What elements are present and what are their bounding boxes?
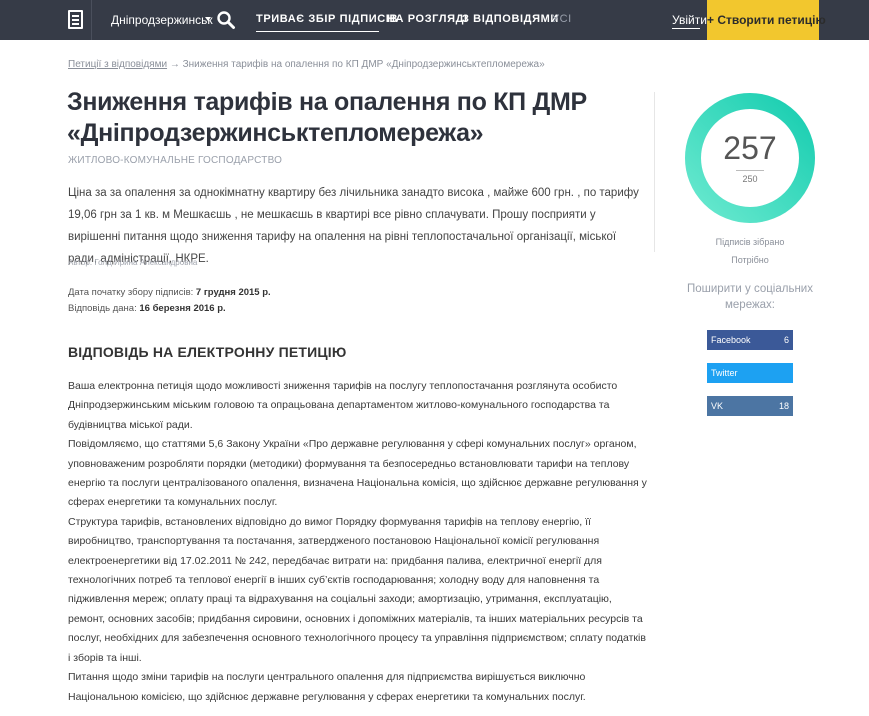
petition-title: Зниження тарифів на опалення по КП ДМР «… <box>67 88 587 147</box>
answer-paragraph: Структура тарифів, встановлених відповід… <box>68 515 646 664</box>
petition-category: Житлово-комунальне господарство <box>68 155 283 166</box>
petition-author: Автор: Голд Ирина Александровна <box>68 258 198 267</box>
signature-count: 257 <box>723 130 777 166</box>
answer-date: Відповідь дана: 16 березня 2016 р. <box>68 303 226 314</box>
answer-paragraph: Питання щодо зміни тарифів на послуги це… <box>68 671 586 703</box>
answer-paragraph: Повідомляємо, що статтями 5,6 Закону Укр… <box>68 438 647 509</box>
facebook-share-count: 6 <box>783 335 789 345</box>
logo[interactable] <box>0 0 92 40</box>
facebook-share-button[interactable]: Facebook 6 <box>707 330 793 350</box>
needed-label: Потрібно <box>731 255 769 265</box>
petition-document-icon <box>68 10 83 29</box>
start-date: Дата початку збору підписів: 7 грудня 20… <box>68 287 271 298</box>
create-petition-button[interactable]: + Створити петицію <box>707 0 826 40</box>
top-navbar: Дніпродзержинськ Триває збір підписів На… <box>0 0 869 40</box>
nav-under-review[interactable]: На розгляді <box>387 13 468 25</box>
vk-share-button[interactable]: VK 18 <box>707 396 793 416</box>
column-divider <box>654 92 655 252</box>
login-link[interactable]: Увійти <box>672 13 707 27</box>
breadcrumb: Петиції з відповідями → Зниження тарифів… <box>68 59 545 70</box>
city-selector[interactable]: Дніпродзержинськ <box>111 13 213 27</box>
breadcrumb-answered-link[interactable]: Петиції з відповідями <box>68 59 167 70</box>
petition-description: Ціна за за опалення за однокімнатну квар… <box>68 187 639 265</box>
answer-heading: Відповідь на електронну петицію <box>68 344 347 360</box>
search-icon[interactable] <box>216 10 236 30</box>
breadcrumb-current: Зниження тарифів на опалення по КП ДМР «… <box>182 59 545 70</box>
answer-text: Ваша електронна петиція щодо можливості … <box>68 377 648 707</box>
answer-paragraph: Ваша електронна петиція щодо можливості … <box>68 380 618 431</box>
nav-collecting[interactable]: Триває збір підписів <box>256 13 398 25</box>
collected-label: Підписів зібрано <box>715 237 785 247</box>
nav-active-underline <box>256 31 379 32</box>
share-label: Поширити у соціальних мережах: <box>686 283 813 311</box>
twitter-share-button[interactable]: Twitter <box>707 363 793 383</box>
signature-target: 250 <box>742 174 758 184</box>
chevron-down-icon[interactable] <box>205 17 211 21</box>
nav-all[interactable]: Усі <box>552 13 572 25</box>
vk-share-count: 18 <box>778 401 789 411</box>
nav-answered[interactable]: З відповідями <box>462 13 559 25</box>
